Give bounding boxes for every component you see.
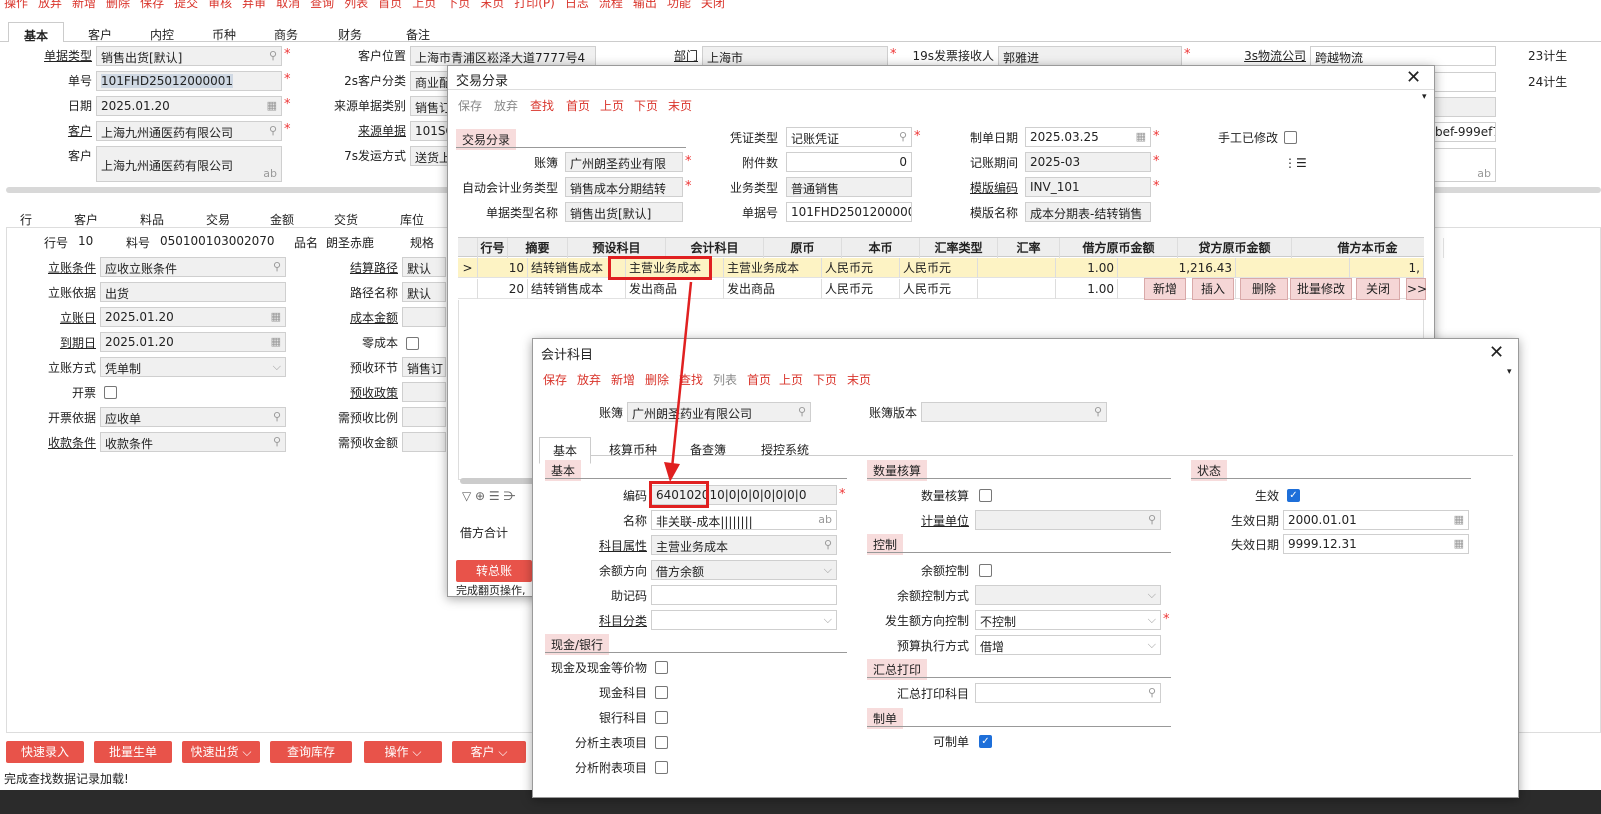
annotation-arrow (664, 281, 693, 482)
